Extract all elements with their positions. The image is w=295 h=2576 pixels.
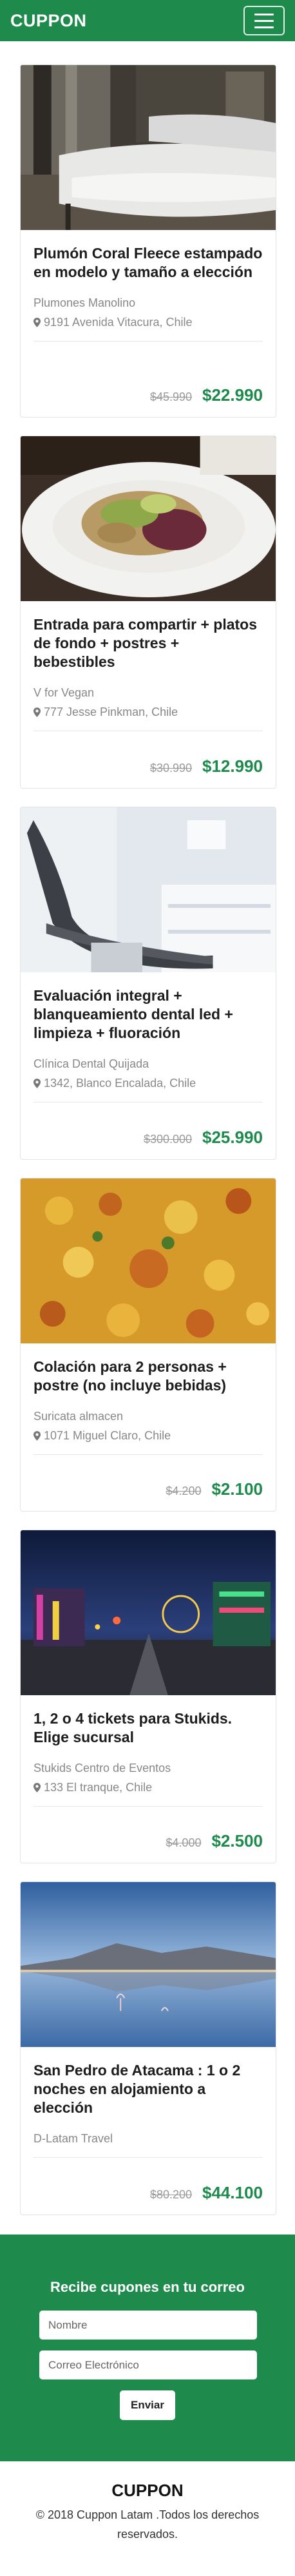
newsletter-section: Recibe cupones en tu correo Enviar <box>0 2235 295 2461</box>
name-input[interactable] <box>39 2311 257 2340</box>
location-pin-icon <box>33 707 41 717</box>
deal-image-dental[interactable] <box>21 807 276 972</box>
deal-title[interactable]: Entrada para compartir + platos de fondo… <box>33 615 263 671</box>
price-row: $300.000 $25.990 <box>144 1128 263 1148</box>
discount-price: $44.100 <box>202 2183 263 2202</box>
newsletter-title: Recibe cupones en tu correo <box>50 2279 245 2295</box>
deal-address: 9191 Avenida Vitacura, Chile <box>33 315 263 329</box>
card-divider <box>33 2157 263 2158</box>
deal-address: 1071 Miguel Claro, Chile <box>33 1428 263 1443</box>
location-pin-icon <box>33 1078 41 1088</box>
deal-image-meal[interactable] <box>21 1178 276 1343</box>
location-pin-icon <box>33 1782 41 1793</box>
location-pin-icon <box>33 317 41 327</box>
original-price: $80.200 <box>149 2188 193 2201</box>
deal-card[interactable]: Evaluación integral + blanqueamiento den… <box>20 807 276 1160</box>
deal-title[interactable]: Plumón Coral Fleece estampado en modelo … <box>33 244 263 282</box>
deal-card[interactable]: Entrada para compartir + platos de fondo… <box>20 436 276 789</box>
card-divider <box>33 1806 263 1807</box>
discount-price: $2.500 <box>211 1831 263 1850</box>
discount-price: $2.100 <box>211 1479 263 1499</box>
deal-address: 1342, Blanco Encalada, Chile <box>33 1076 263 1090</box>
address-text: 133 El tranque, Chile <box>44 1781 153 1794</box>
copyright-text: © 2018 Cuppon Latam .Todos los derechos … <box>35 2508 260 2541</box>
deal-card[interactable]: Colación para 2 personas + postre (no in… <box>20 1178 276 1512</box>
merchant-name: Stukids Centro de Eventos <box>33 1762 171 1774</box>
original-price: $45.990 <box>149 390 193 403</box>
deal-card[interactable]: Plumón Coral Fleece estampado en modelo … <box>20 64 276 418</box>
top-navbar: CUPPON <box>0 0 295 41</box>
merchant-name: V for Vegan <box>33 686 95 699</box>
deal-image-amusement-park[interactable] <box>21 1530 276 1695</box>
footer: CUPPON © 2018 Cuppon Latam .Todos los de… <box>0 2461 295 2576</box>
location-pin-icon <box>33 1430 41 1441</box>
deal-image-food[interactable] <box>21 436 276 601</box>
discount-price: $12.990 <box>202 756 263 776</box>
price-row: $4.000 $2.500 <box>166 1831 263 1851</box>
deal-address: 133 El tranque, Chile <box>33 1780 263 1794</box>
deal-title[interactable]: 1, 2 o 4 tickets para Stukids. Elige suc… <box>33 1709 263 1747</box>
card-divider <box>33 1454 263 1455</box>
brand-logo[interactable]: CUPPON <box>10 11 87 31</box>
deal-card[interactable]: 1, 2 o 4 tickets para Stukids. Elige suc… <box>20 1530 276 1863</box>
submit-button[interactable]: Enviar <box>120 2390 175 2420</box>
price-row: $80.200 $44.100 <box>150 2183 263 2203</box>
email-input[interactable] <box>39 2350 257 2379</box>
price-row: $45.990 $22.990 <box>150 385 263 405</box>
deal-title[interactable]: San Pedro de Atacama : 1 o 2 noches en a… <box>33 2061 263 2117</box>
merchant-name: D-Latam Travel <box>33 2132 113 2145</box>
deal-image-bedding[interactable] <box>21 65 276 230</box>
hamburger-menu-icon[interactable] <box>243 6 285 35</box>
price-row: $4.200 $2.100 <box>166 1479 263 1499</box>
address-text: 777 Jesse Pinkman, Chile <box>44 706 178 718</box>
footer-brand: CUPPON <box>111 2481 184 2500</box>
discount-price: $25.990 <box>202 1128 263 1147</box>
merchant-name: Suricata almacen <box>33 1410 124 1423</box>
deal-title[interactable]: Evaluación integral + blanqueamiento den… <box>33 986 263 1043</box>
deal-image-atacama[interactable] <box>21 1882 276 2047</box>
address-text: 9191 Avenida Vitacura, Chile <box>44 316 193 329</box>
price-row: $30.990 $12.990 <box>150 756 263 776</box>
address-text: 1071 Miguel Claro, Chile <box>44 1429 171 1442</box>
merchant-name: Clínica Dental Quijada <box>33 1057 149 1070</box>
deal-card[interactable]: San Pedro de Atacama : 1 o 2 noches en a… <box>20 1881 276 2215</box>
original-price: $4.200 <box>166 1485 202 1497</box>
original-price: $4.000 <box>166 1836 202 1849</box>
original-price: $300.000 <box>143 1133 193 1146</box>
original-price: $30.990 <box>149 762 193 774</box>
deal-title[interactable]: Colación para 2 personas + postre (no in… <box>33 1358 263 1395</box>
address-text: 1342, Blanco Encalada, Chile <box>44 1077 196 1090</box>
deal-address: 777 Jesse Pinkman, Chile <box>33 705 263 719</box>
merchant-name: Plumones Manolino <box>33 296 136 309</box>
discount-price: $22.990 <box>202 385 263 405</box>
